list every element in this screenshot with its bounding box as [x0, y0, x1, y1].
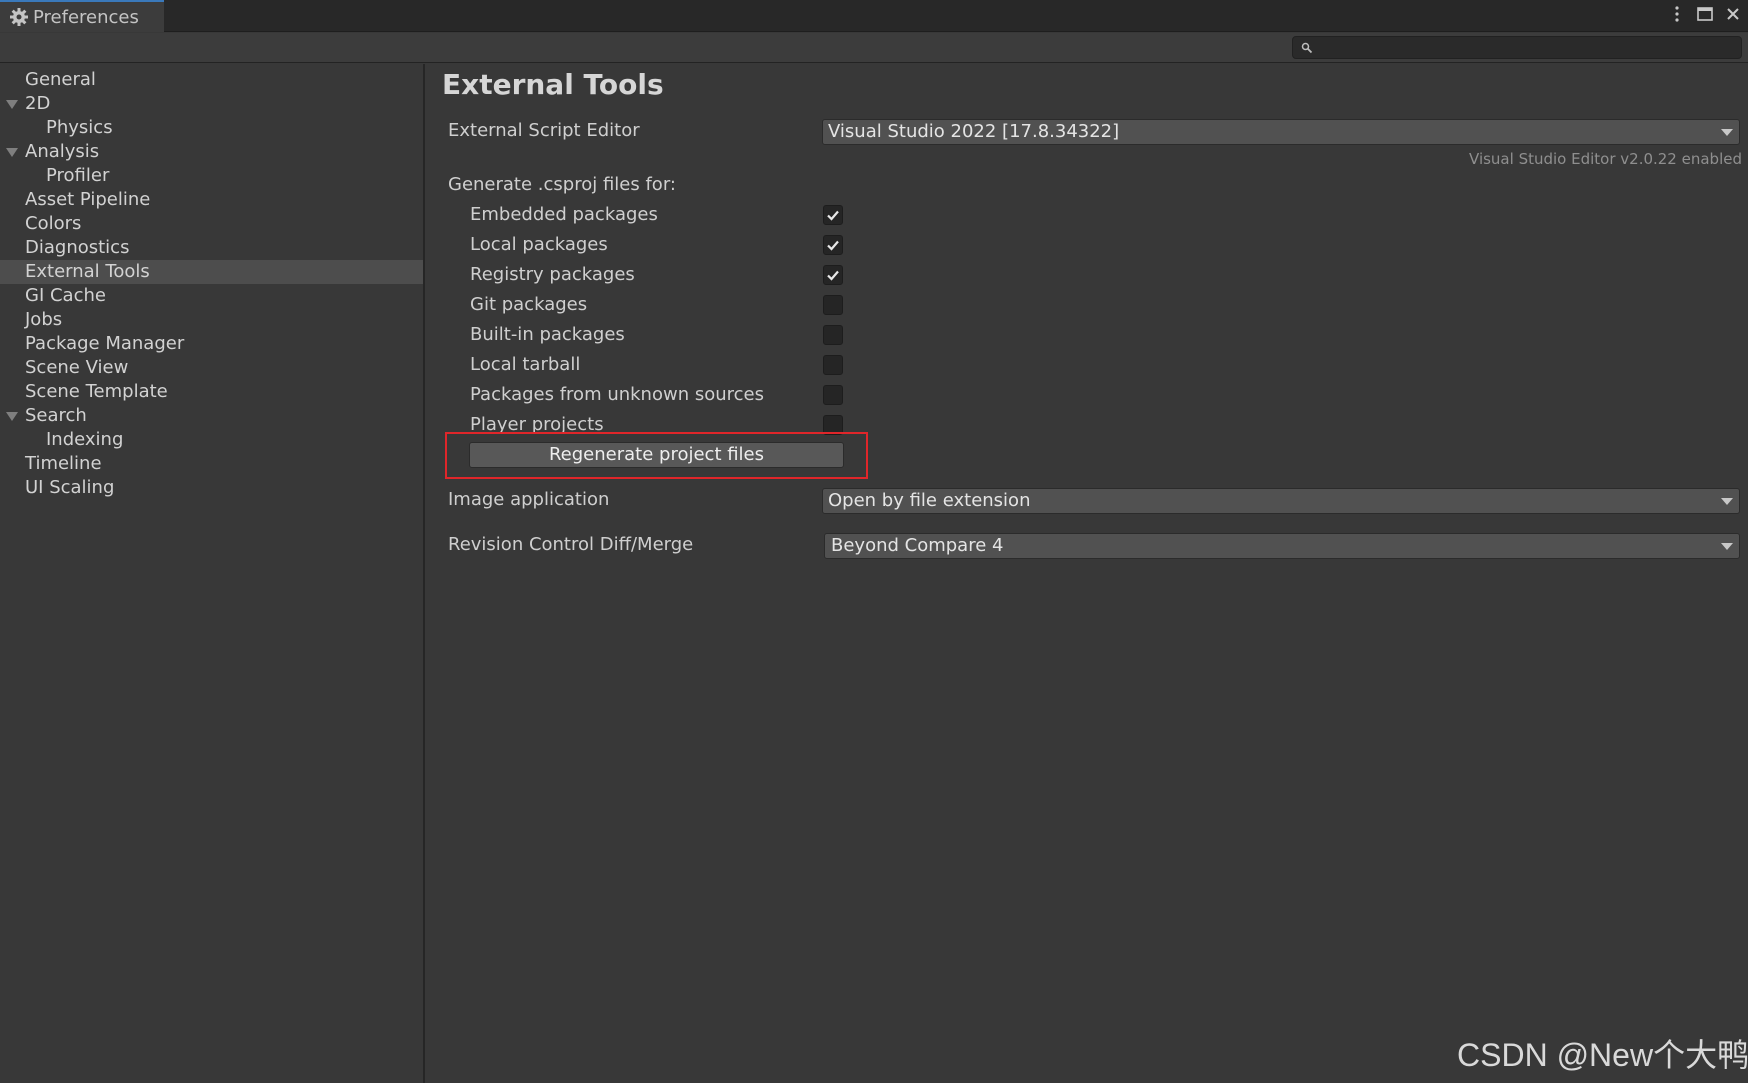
- generate-csproj-label: Generate .csproj files for:: [448, 174, 676, 195]
- option-label-local: Local packages: [470, 234, 608, 255]
- chevron-down-icon: [1721, 498, 1733, 505]
- diff-merge-dropdown[interactable]: Beyond Compare 4: [824, 533, 1740, 559]
- sidebar-item-label: Diagnostics: [25, 237, 130, 258]
- expand-arrow-icon[interactable]: [6, 100, 18, 109]
- chevron-down-icon: [1721, 543, 1733, 550]
- sidebar-item-2d[interactable]: 2D: [0, 92, 423, 116]
- maximize-icon[interactable]: [1696, 4, 1714, 24]
- sidebar-item-label: General: [25, 69, 96, 90]
- script-editor-dropdown[interactable]: Visual Studio 2022 [17.8.34322]: [822, 119, 1740, 145]
- sidebar-item-label: Asset Pipeline: [25, 189, 151, 210]
- sidebar-item-profiler[interactable]: Profiler: [0, 164, 423, 188]
- sidebar-item-label: UI Scaling: [25, 477, 115, 498]
- sidebar-item-physics[interactable]: Physics: [0, 116, 423, 140]
- search-icon: [1301, 42, 1313, 54]
- checkmark-icon: [827, 210, 839, 221]
- option-label-git: Git packages: [470, 294, 588, 315]
- sidebar-item-label: GI Cache: [25, 285, 106, 306]
- sidebar-item-label: Analysis: [25, 141, 100, 162]
- chevron-down-icon: [1721, 129, 1733, 136]
- sidebar-item-indexing[interactable]: Indexing: [0, 428, 423, 452]
- script-editor-label: External Script Editor: [448, 120, 640, 141]
- checkbox-embedded-packages[interactable]: [823, 205, 843, 225]
- title-bar: Preferences: [0, 0, 1748, 32]
- toolbar: [0, 33, 1748, 63]
- sidebar-item-package-manager[interactable]: Package Manager: [0, 332, 423, 356]
- expand-arrow-icon[interactable]: [6, 412, 18, 421]
- gear-icon: [9, 7, 29, 27]
- sidebar-item-diagnostics[interactable]: Diagnostics: [0, 236, 423, 260]
- checkbox-unknown-sources[interactable]: [823, 385, 843, 405]
- sidebar-item-label: Profiler: [46, 165, 110, 186]
- sidebar-item-label: Jobs: [25, 309, 63, 330]
- sidebar-item-label: Package Manager: [25, 333, 185, 354]
- preferences-tab[interactable]: Preferences: [0, 0, 164, 32]
- checkmark-icon: [827, 240, 839, 251]
- main-panel: External Tools External Script Editor Vi…: [427, 64, 1748, 1083]
- window-controls: [1668, 4, 1742, 24]
- sidebar-item-timeline[interactable]: Timeline: [0, 452, 423, 476]
- sidebar-item-ui-scaling[interactable]: UI Scaling: [0, 476, 423, 500]
- sidebar-item-external-tools[interactable]: External Tools: [0, 260, 423, 284]
- sidebar-item-label: Search: [25, 405, 87, 426]
- search-input[interactable]: [1292, 36, 1742, 59]
- sidebar-item-scene-view[interactable]: Scene View: [0, 356, 423, 380]
- expand-arrow-icon[interactable]: [6, 148, 18, 157]
- image-application-dropdown[interactable]: Open by file extension: [822, 488, 1740, 514]
- sidebar-item-general[interactable]: General: [0, 68, 423, 92]
- sidebar-item-colors[interactable]: Colors: [0, 212, 423, 236]
- sidebar-item-label: Timeline: [25, 453, 102, 474]
- checkbox-registry-packages[interactable]: [823, 265, 843, 285]
- checkbox-local-tarball[interactable]: [823, 355, 843, 375]
- sidebar-item-analysis[interactable]: Analysis: [0, 140, 423, 164]
- sidebar-item-label: Scene View: [25, 357, 129, 378]
- tab-title: Preferences: [33, 6, 139, 28]
- sidebar: General 2D Physics Analysis Profiler Ass…: [0, 64, 425, 1083]
- image-application-label: Image application: [448, 489, 610, 510]
- vs-editor-status: Visual Studio Editor v2.0.22 enabled: [1469, 150, 1742, 168]
- regenerate-project-files-button[interactable]: Regenerate project files: [469, 442, 844, 468]
- diff-merge-label: Revision Control Diff/Merge: [448, 534, 694, 555]
- sidebar-item-search[interactable]: Search: [0, 404, 423, 428]
- checkmark-icon: [827, 270, 839, 281]
- checkbox-local-packages[interactable]: [823, 235, 843, 255]
- option-label-registry: Registry packages: [470, 264, 635, 285]
- sidebar-item-asset-pipeline[interactable]: Asset Pipeline: [0, 188, 423, 212]
- diff-merge-value: Beyond Compare 4: [831, 535, 1004, 556]
- option-label-embedded: Embedded packages: [470, 204, 658, 225]
- close-icon[interactable]: [1724, 4, 1742, 24]
- image-application-value: Open by file extension: [828, 490, 1031, 511]
- script-editor-value: Visual Studio 2022 [17.8.34322]: [828, 121, 1120, 142]
- option-label-builtin: Built-in packages: [470, 324, 625, 345]
- page-title: External Tools: [442, 68, 664, 101]
- sidebar-item-label: External Tools: [25, 261, 150, 282]
- watermark: CSDN @New个大鸭: [1457, 1037, 1748, 1073]
- option-label-local-tarball: Local tarball: [470, 354, 581, 375]
- checkbox-builtin-packages[interactable]: [823, 325, 843, 345]
- option-label-unknown-sources: Packages from unknown sources: [470, 384, 764, 405]
- sidebar-item-gi-cache[interactable]: GI Cache: [0, 284, 423, 308]
- sidebar-item-label: Indexing: [46, 429, 124, 450]
- checkbox-git-packages[interactable]: [823, 295, 843, 315]
- sidebar-item-jobs[interactable]: Jobs: [0, 308, 423, 332]
- sidebar-item-label: Physics: [46, 117, 113, 138]
- sidebar-item-label: Scene Template: [25, 381, 168, 402]
- more-options-icon[interactable]: [1668, 4, 1686, 24]
- sidebar-item-label: 2D: [25, 93, 51, 114]
- sidebar-item-scene-template[interactable]: Scene Template: [0, 380, 423, 404]
- sidebar-item-label: Colors: [25, 213, 82, 234]
